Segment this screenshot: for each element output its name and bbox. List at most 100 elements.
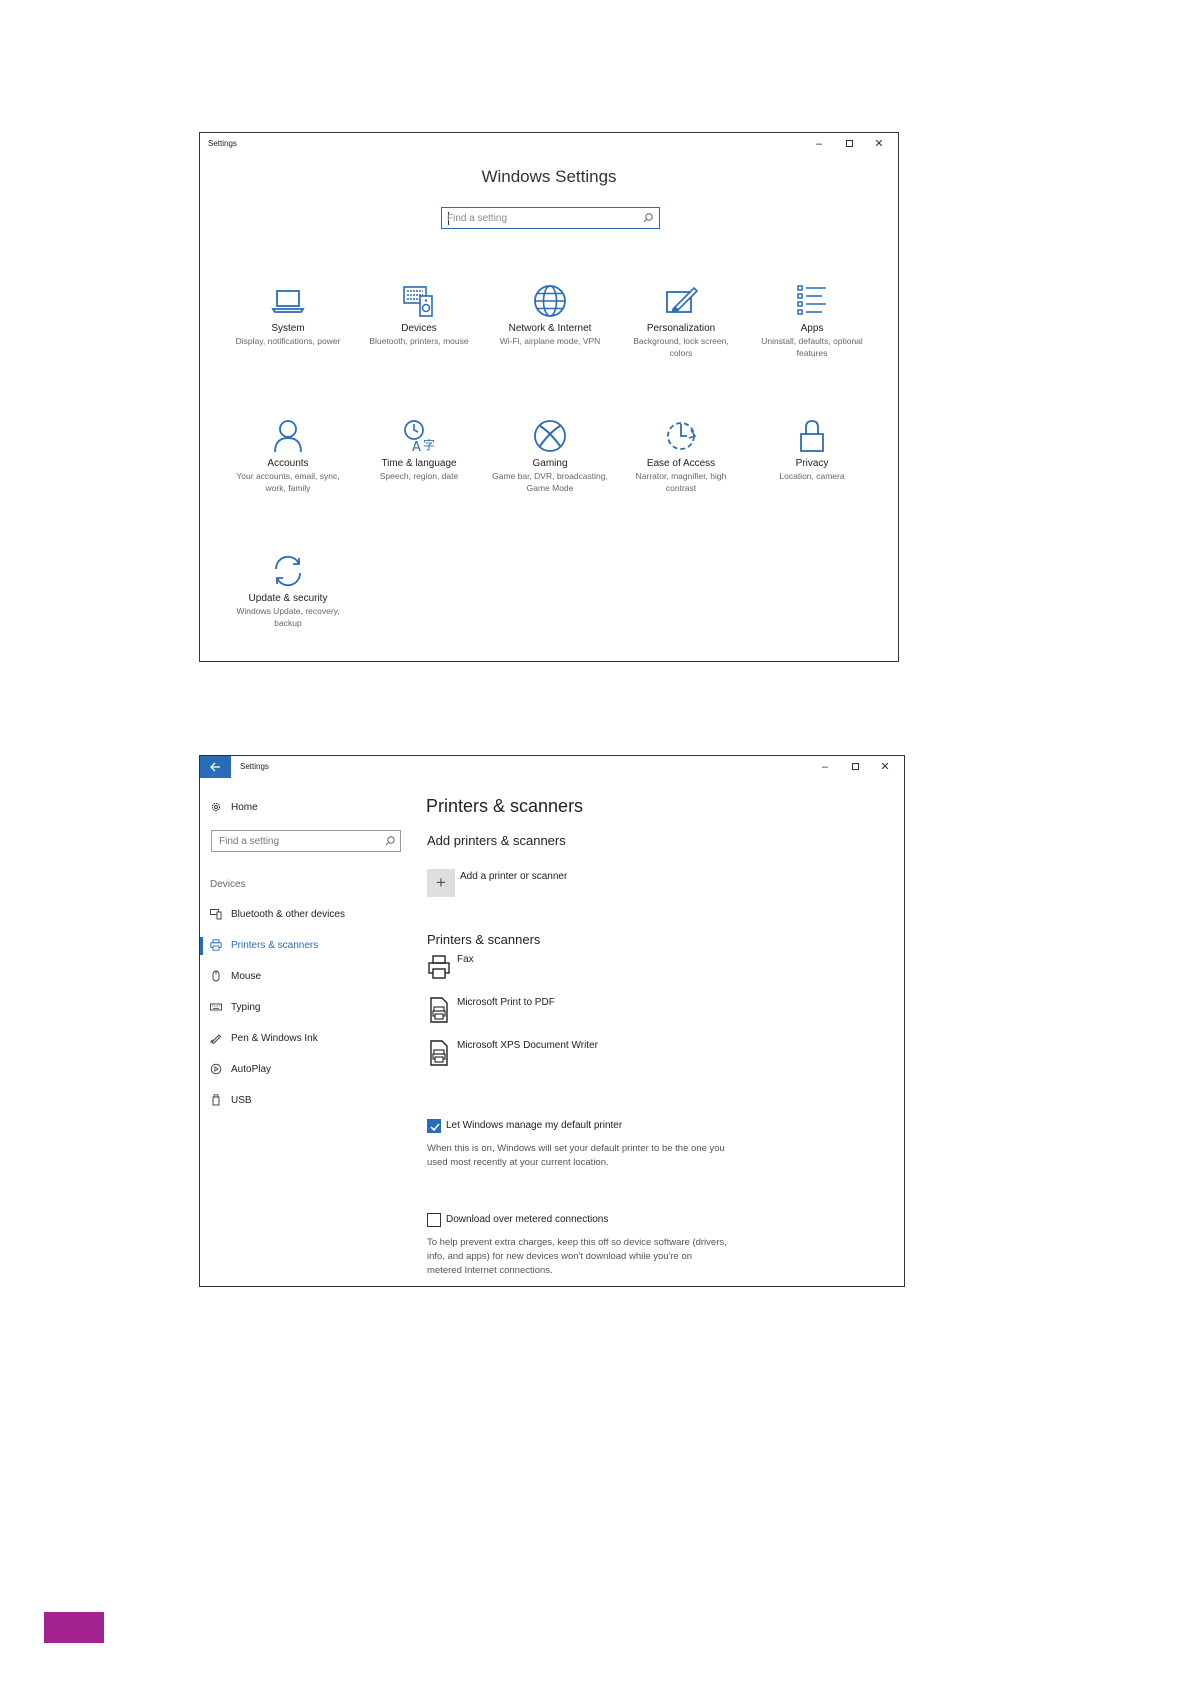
add-printer-button[interactable]: +: [427, 869, 455, 897]
xbox-icon: [534, 420, 566, 452]
nav-item-label: Mouse: [231, 971, 262, 982]
title-bar: Settings – ✕: [200, 133, 898, 155]
time-language-icon: A 字: [404, 420, 435, 455]
page-title: Windows Settings: [481, 167, 617, 186]
tile-devices[interactable]: Devices Bluetooth, printers, mouse: [359, 281, 479, 347]
usb-icon: [212, 1094, 220, 1106]
globe-icon: [534, 285, 566, 317]
tile-label: Personalization: [646, 323, 716, 334]
metered-download-help: To help prevent extra charges, keep this…: [427, 1237, 727, 1276]
nav-item-label: USB: [231, 1095, 252, 1106]
section-heading-printers: Printers & scanners: [427, 932, 541, 947]
nav-item-label: AutoPlay: [231, 1064, 272, 1075]
tile-label: Accounts: [267, 458, 309, 469]
search-input[interactable]: Find a setting: [441, 207, 660, 229]
tile-description: Background, lock screen, colors: [633, 336, 729, 358]
tile-description: Game bar, DVR, broadcasting, Game Mode: [492, 471, 608, 493]
tile-accounts[interactable]: Accounts Your accounts, email, sync, wor…: [228, 416, 348, 494]
tile-label: Gaming: [532, 458, 568, 469]
svg-text:字: 字: [423, 437, 435, 452]
printer-name: Fax: [457, 954, 474, 965]
devices-icon: [403, 286, 433, 317]
tile-description: Bluetooth, printers, mouse: [369, 336, 469, 346]
tile-label: Ease of Access: [646, 458, 716, 469]
tile-privacy[interactable]: Privacy Location, camera: [752, 416, 872, 482]
tile-network-internet[interactable]: Network & Internet Wi-Fi, airplane mode,…: [490, 281, 610, 347]
close-button[interactable]: ✕: [864, 136, 894, 152]
metered-download-label: Download over metered connections: [446, 1214, 609, 1225]
tile-apps[interactable]: Apps Uninstall, defaults, optional featu…: [752, 281, 872, 359]
lock-icon: [800, 420, 824, 452]
tile-label: Privacy: [795, 458, 829, 469]
tile-label: Network & Internet: [508, 323, 592, 334]
tile-description: Uninstall, defaults, optional features: [761, 336, 863, 358]
bluetooth-devices-icon: [210, 909, 222, 920]
tile-description: Windows Update, recovery, backup: [236, 606, 340, 628]
tile-time-language[interactable]: A 字 Time & language Speech, region, date: [359, 416, 479, 482]
printer-name: Microsoft Print to PDF: [457, 997, 555, 1008]
title-bar: Settings – ✕: [200, 756, 904, 778]
paintbrush-icon: [666, 286, 699, 313]
tile-description: Narrator, magnifier, high contrast: [635, 471, 727, 493]
back-button[interactable]: [200, 756, 231, 778]
window-title: Settings: [208, 139, 237, 148]
autoplay-icon: [210, 1063, 222, 1075]
manage-default-checkbox[interactable]: [427, 1119, 441, 1133]
search-icon: [643, 213, 653, 223]
maximize-button[interactable]: [834, 136, 864, 152]
tile-personalization[interactable]: Personalization Background, lock screen,…: [621, 281, 741, 359]
nav-search-input[interactable]: Find a setting: [211, 830, 401, 852]
pen-icon: [210, 1034, 222, 1044]
fax-printer-icon: [428, 955, 450, 979]
keyboard-icon: [210, 1003, 222, 1011]
manage-default-label: Let Windows manage my default printer: [446, 1120, 623, 1131]
minimize-button[interactable]: –: [810, 759, 840, 775]
tile-description: Your accounts, email, sync, work, family: [236, 471, 340, 493]
tile-system[interactable]: System Display, notifications, power: [228, 281, 348, 347]
gear-icon: [211, 802, 221, 812]
checkmark-icon: [430, 1123, 440, 1132]
tile-label: Time & language: [381, 458, 457, 469]
window-title: Settings: [240, 762, 269, 771]
manage-default-help: When this is on, Windows will set your d…: [427, 1143, 725, 1168]
section-heading-add: Add printers & scanners: [427, 833, 566, 848]
document-printer-icon: [430, 997, 448, 1023]
document-printer-icon: [430, 1040, 448, 1066]
person-icon: [274, 420, 302, 453]
maximize-button[interactable]: [840, 759, 870, 775]
tile-description: Wi-Fi, airplane mode, VPN: [499, 336, 601, 346]
printers-scanners-window: Settings – ✕ Home Find a setting Devices…: [199, 755, 905, 1287]
tile-ease-of-access[interactable]: Ease of Access Narrator, magnifier, high…: [621, 416, 741, 494]
metered-download-checkbox[interactable]: [427, 1213, 441, 1227]
tile-description: Display, notifications, power: [235, 336, 341, 346]
laptop-icon: [271, 290, 305, 313]
tile-description: Location, camera: [779, 471, 845, 481]
plus-icon: +: [436, 873, 446, 892]
back-arrow-icon: [210, 762, 220, 772]
search-placeholder: Find a setting: [219, 836, 280, 847]
sync-icon: [275, 555, 301, 587]
search-placeholder: Find a setting: [447, 213, 508, 224]
page-title: Printers & scanners: [426, 796, 584, 816]
printer-name: Microsoft XPS Document Writer: [457, 1040, 598, 1051]
tile-label: Update & security: [248, 593, 328, 604]
printer-icon: [210, 939, 222, 951]
tile-label: Apps: [800, 323, 824, 334]
nav-home-label: Home: [231, 802, 258, 813]
nav-category-label: Devices: [210, 879, 246, 890]
ease-of-access-icon: [667, 422, 697, 450]
nav-item-label: Printers & scanners: [231, 940, 319, 951]
tile-description: Speech, region, date: [379, 471, 459, 481]
windows-settings-window: Settings – ✕ Windows Settings Find a set…: [199, 132, 899, 662]
tile-gaming[interactable]: Gaming Game bar, DVR, broadcasting, Game…: [490, 416, 610, 494]
minimize-button[interactable]: –: [804, 136, 834, 152]
add-printer-label[interactable]: Add a printer or scanner: [460, 871, 567, 882]
page-tab-marker: [44, 1612, 104, 1643]
search-icon: [385, 836, 395, 846]
mouse-icon: [212, 970, 220, 982]
list-icon: [797, 285, 826, 315]
tile-update-security[interactable]: Update & security Windows Update, recove…: [228, 551, 348, 629]
tile-label: System: [271, 323, 305, 334]
tile-label: Devices: [401, 323, 437, 334]
close-button[interactable]: ✕: [870, 759, 900, 775]
